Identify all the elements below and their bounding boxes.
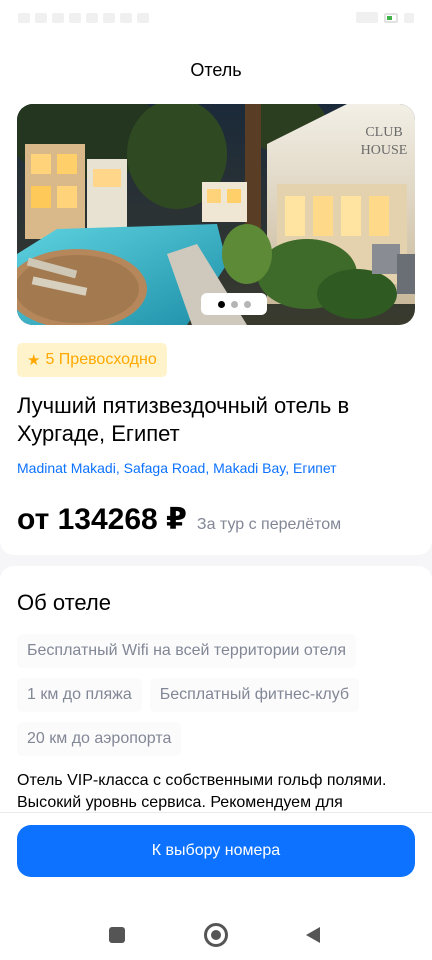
carousel-dot — [243, 300, 251, 308]
carousel-dot-active — [217, 300, 225, 308]
status-icons-right — [356, 12, 414, 23]
hotel-photo-carousel[interactable]: CLUB HOUSE — [17, 104, 415, 325]
status-bar — [0, 0, 432, 38]
feature-chip: Бесплатный Wifi на всей территории отеля — [17, 634, 356, 668]
rating-badge: ★ 5 Превосходно — [17, 343, 167, 377]
feature-chip: Бесплатный фитнес-клуб — [149, 678, 360, 712]
status-icons-left — [18, 12, 188, 24]
system-nav-bar — [0, 910, 432, 960]
feature-chips: Бесплатный Wifi на всей территории отеля… — [17, 634, 417, 756]
home-icon[interactable] — [204, 923, 228, 947]
back-icon[interactable] — [306, 927, 320, 943]
price-row: от 134268 ₽ За тур с перелётом — [17, 502, 341, 537]
price: от 134268 ₽ — [17, 503, 187, 536]
recent-apps-icon[interactable] — [109, 927, 125, 943]
hotel-photo: CLUB HOUSE — [17, 104, 415, 325]
carousel-dot — [230, 300, 238, 308]
feature-chip: 1 км до пляжа — [17, 678, 142, 712]
svg-text:HOUSE: HOUSE — [361, 143, 408, 158]
about-description: Отель VIP-класса с собственными гольф по… — [17, 772, 387, 811]
hotel-address-link[interactable]: Madinat Makadi, Safaga Road, Makadi Bay,… — [17, 460, 417, 476]
battery-icon — [384, 12, 398, 23]
wifi-icon — [404, 12, 414, 23]
feature-chip: 20 км до аэропорта — [17, 722, 182, 756]
carousel-indicator — [201, 293, 267, 315]
signal-icon — [356, 12, 378, 23]
svg-text:CLUB: CLUB — [365, 125, 402, 140]
page-title: Отель — [190, 60, 242, 80]
price-note: За тур с перелётом — [196, 516, 342, 533]
about-title: Об отеле — [17, 590, 111, 615]
choose-room-button[interactable]: К выбору номера — [17, 825, 415, 877]
rating-label: 5 Превосходно — [45, 351, 157, 368]
star-icon: ★ — [27, 351, 41, 369]
hotel-name: Лучший пятизвездочный отель в Хургаде, Е… — [17, 393, 350, 446]
